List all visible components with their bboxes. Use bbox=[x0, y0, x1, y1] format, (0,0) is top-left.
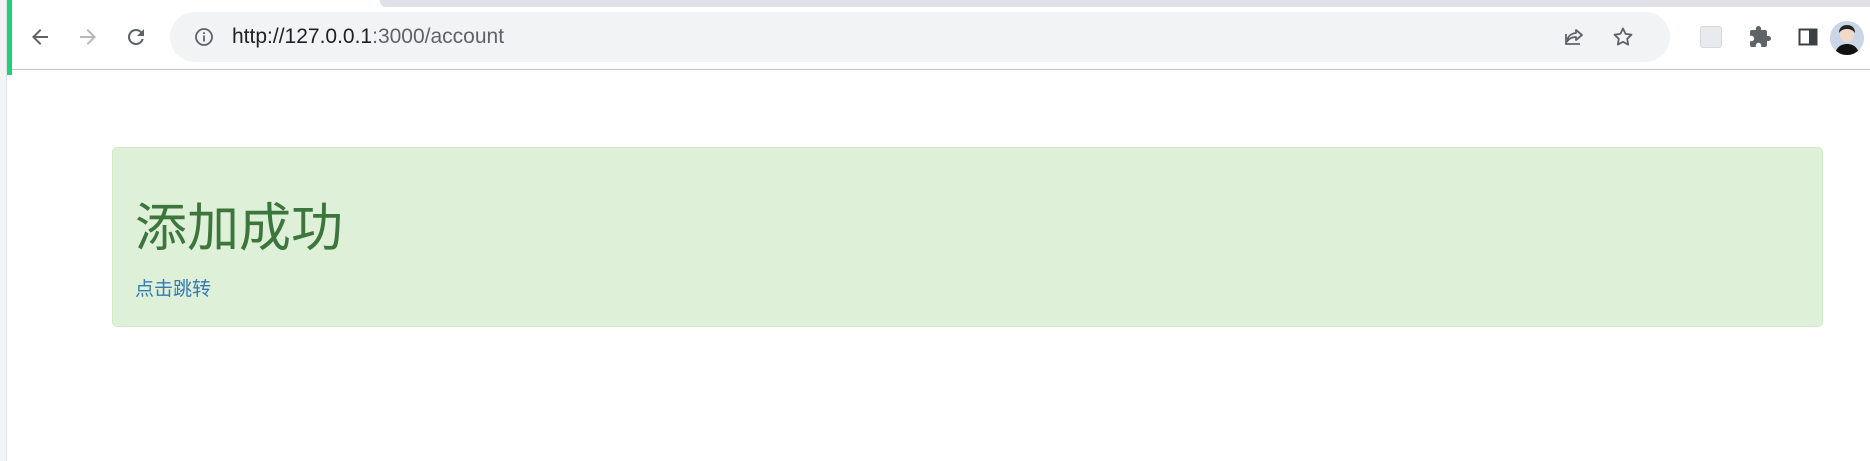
bookmark-button[interactable] bbox=[1610, 24, 1636, 50]
profile-avatar[interactable] bbox=[1830, 21, 1864, 55]
browser-window: http://127.0.0.1:3000/account 添加成功 点击跳转 bbox=[0, 0, 1870, 461]
arrow-right-icon bbox=[80, 29, 96, 45]
alert-title: 添加成功 bbox=[135, 199, 344, 259]
address-bar[interactable]: http://127.0.0.1:3000/account bbox=[170, 12, 1670, 62]
forward-button[interactable] bbox=[70, 19, 106, 55]
url-path: :3000/account bbox=[372, 25, 505, 48]
back-button[interactable] bbox=[22, 19, 58, 55]
left-edge-strip bbox=[0, 0, 7, 461]
extension-button[interactable] bbox=[1694, 20, 1728, 54]
share-button[interactable] bbox=[1561, 24, 1587, 50]
url-host: http://127.0.0.1 bbox=[232, 25, 373, 48]
side-panel-icon bbox=[1798, 28, 1818, 46]
redirect-link[interactable]: 点击跳转 bbox=[135, 277, 211, 301]
reload-icon bbox=[127, 28, 144, 45]
extension-icon bbox=[1700, 26, 1722, 48]
share-icon bbox=[1565, 29, 1583, 45]
avatar-icon bbox=[1830, 21, 1864, 55]
success-alert: 添加成功 点击跳转 bbox=[112, 147, 1823, 327]
arrow-left-icon bbox=[32, 29, 48, 45]
side-panel-button[interactable] bbox=[1791, 20, 1825, 54]
tab-strip bbox=[380, 0, 1870, 7]
url-text[interactable]: http://127.0.0.1:3000/account bbox=[232, 24, 504, 50]
reload-button[interactable] bbox=[118, 19, 154, 55]
extensions-menu-button[interactable] bbox=[1743, 20, 1777, 54]
browser-toolbar: http://127.0.0.1:3000/account bbox=[12, 7, 1870, 70]
info-icon[interactable] bbox=[194, 27, 214, 47]
puzzle-icon bbox=[1750, 26, 1771, 47]
star-icon bbox=[1613, 27, 1633, 46]
